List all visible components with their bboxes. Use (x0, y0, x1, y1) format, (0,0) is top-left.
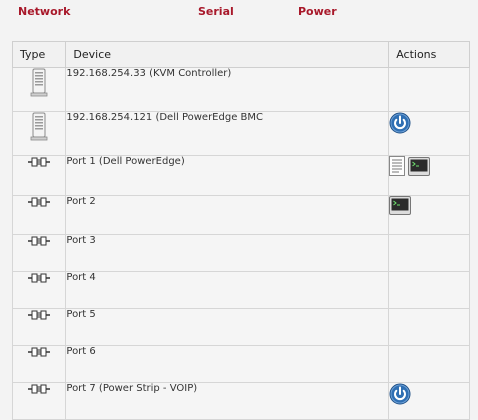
device-cell: Port 2 (65, 195, 390, 235)
server-icon (29, 112, 49, 145)
device-cell: 192.168.254.121 (Dell PowerEdge BMC (65, 111, 390, 156)
table-row: 192.168.254.121 (Dell PowerEdge BMC (11, 111, 470, 156)
device-name: 192.168.254.121 (Dell PowerEdge BMC (66, 112, 263, 123)
device-cell: Port 5 (65, 308, 390, 346)
device-cell: Port 7 (Power Strip - VOIP) (65, 382, 390, 420)
device-name: Port 2 (66, 196, 96, 207)
table-row: Port 3 (11, 234, 470, 272)
serial-plug-icon (27, 196, 51, 211)
type-cell (11, 382, 67, 420)
table-row: Port 1 (Dell PowerEdge) (11, 155, 470, 196)
tab-power[interactable]: Power (298, 5, 337, 18)
actions-cell (388, 308, 470, 346)
device-name: Port 3 (66, 235, 96, 246)
actions-cell (388, 382, 470, 420)
device-name: Port 7 (Power Strip - VOIP) (66, 383, 198, 394)
tab-network[interactable]: Network (18, 5, 70, 18)
column-header-device: Device (65, 41, 390, 68)
serial-plug-icon (27, 346, 51, 361)
actions-cell (388, 271, 470, 309)
type-cell (11, 234, 67, 272)
type-cell (11, 271, 67, 309)
type-cell (11, 67, 67, 112)
type-cell (11, 195, 67, 235)
type-cell (11, 308, 67, 346)
device-name: Port 5 (66, 309, 96, 320)
server-icon (29, 68, 49, 101)
device-cell: Port 1 (Dell PowerEdge) (65, 155, 390, 196)
type-cell (11, 111, 67, 156)
terminal-icon[interactable] (408, 157, 431, 179)
device-cell: Port 4 (65, 271, 390, 309)
serial-plug-icon (27, 235, 51, 250)
actions-cell (388, 234, 470, 272)
table-row: Port 7 (Power Strip - VOIP) (11, 382, 470, 420)
actions-cell (388, 345, 470, 383)
top-navigation: Network Serial Power (0, 5, 478, 21)
table-header-row: Type Device Actions (11, 41, 470, 68)
table-row: Port 5 (11, 308, 470, 346)
type-cell (11, 345, 67, 383)
tab-serial[interactable]: Serial (198, 5, 234, 18)
actions-cell (388, 111, 470, 156)
device-cell: Port 3 (65, 234, 390, 272)
log-document-icon[interactable] (389, 156, 406, 179)
column-header-type: Type (11, 41, 67, 68)
device-cell: 192.168.254.33 (KVM Controller) (65, 67, 390, 112)
device-name: Port 1 (Dell PowerEdge) (66, 156, 185, 167)
device-name: Port 6 (66, 346, 96, 357)
device-name: 192.168.254.33 (KVM Controller) (66, 68, 232, 79)
serial-plug-icon (27, 156, 51, 171)
type-cell (11, 155, 67, 196)
terminal-icon[interactable] (389, 196, 412, 218)
serial-plug-icon (27, 383, 51, 398)
serial-plug-icon (27, 309, 51, 324)
device-cell: Port 6 (65, 345, 390, 383)
column-header-actions: Actions (388, 41, 470, 68)
serial-plug-icon (27, 272, 51, 287)
table-row: Port 6 (11, 345, 470, 383)
actions-cell (388, 67, 470, 112)
devices-table: Type Device Actions 192.168.254.33 (KVM … (11, 41, 470, 420)
power-icon[interactable] (389, 112, 411, 137)
actions-cell (388, 195, 470, 235)
table-row: 192.168.254.33 (KVM Controller) (11, 67, 470, 112)
device-name: Port 4 (66, 272, 96, 283)
table-row: Port 2 (11, 195, 470, 235)
actions-cell (388, 155, 470, 196)
table-row: Port 4 (11, 271, 470, 309)
power-icon[interactable] (389, 383, 411, 408)
